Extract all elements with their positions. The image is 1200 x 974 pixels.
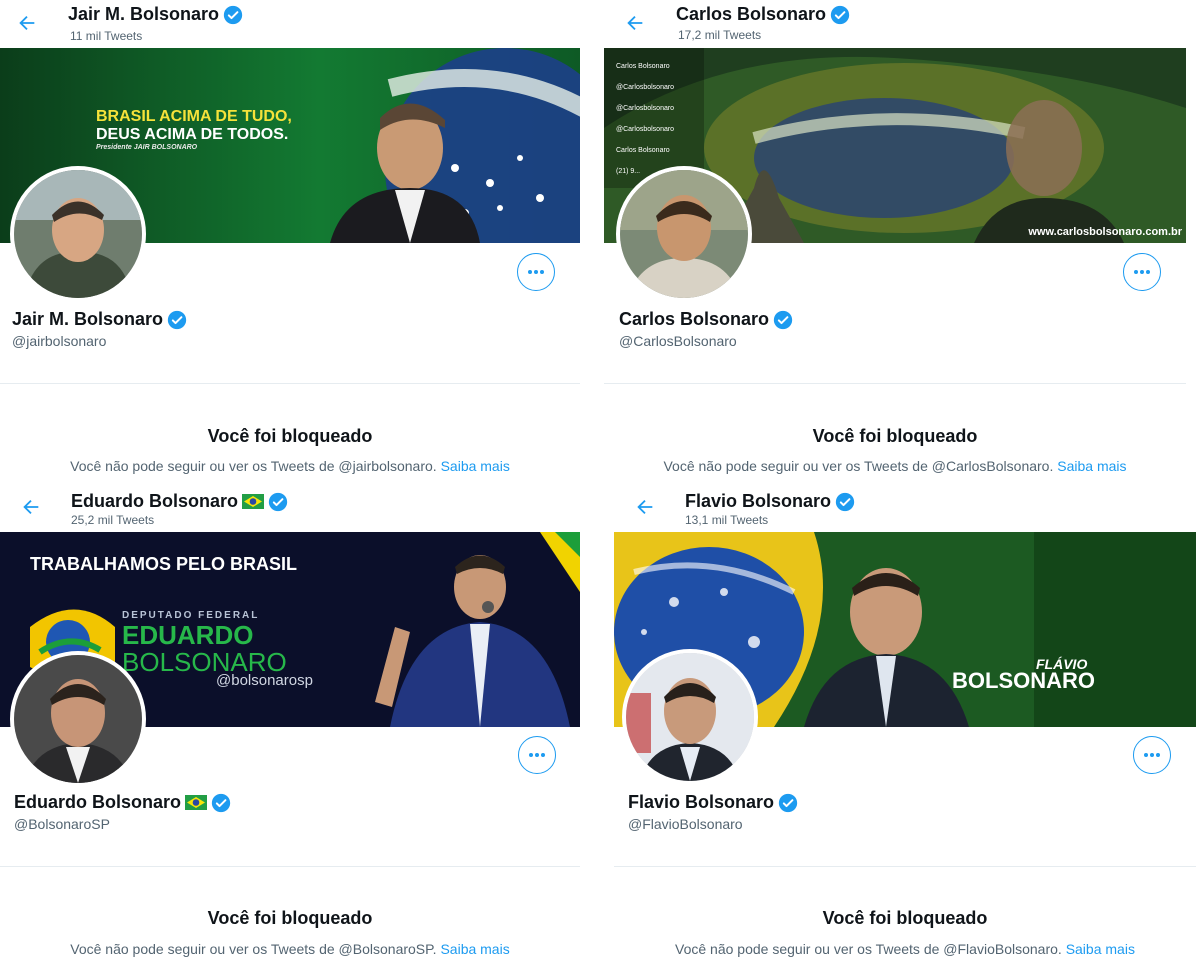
- verified-badge-icon: [268, 492, 288, 511]
- avatar[interactable]: [616, 166, 752, 302]
- avatar-photo: [620, 170, 748, 298]
- blocked-title: Você foi bloqueado: [812, 426, 978, 446]
- blocked-title: Você foi bloqueado: [207, 908, 373, 928]
- back-arrow-icon[interactable]: [20, 496, 42, 518]
- blocked-title: Você foi bloqueado: [822, 908, 988, 928]
- avatar[interactable]: [622, 649, 758, 785]
- profile-panel-flavio: Flavio Bolsonaro 13,1 mil Tweets FLÁVIO …: [600, 487, 1200, 974]
- more-dots-icon: [1144, 753, 1160, 757]
- more-dots-icon: [1134, 270, 1150, 274]
- tweet-count: 13,1 mil Tweets: [685, 513, 769, 527]
- more-options-button[interactable]: [1123, 253, 1161, 291]
- profile-panel-eduardo: Eduardo Bolsonaro 25,2 mil Tweets TRABAL…: [0, 487, 600, 974]
- tweet-count: 25,2 mil Tweets: [71, 513, 155, 527]
- tweet-count: 11 mil Tweets: [70, 29, 143, 43]
- blocked-title: Você foi bloqueado: [207, 426, 373, 446]
- banner-headline: TRABALHAMOS PELO BRASIL: [30, 554, 297, 574]
- avatar-photo: [14, 655, 142, 783]
- more-dots-icon: [528, 270, 544, 274]
- profile-panel-jair: Jair M. Bolsonaro 11 mil Tweets BRASIL A…: [0, 0, 600, 487]
- avatar[interactable]: [10, 166, 146, 302]
- banner-slogan-line3: Presidente JAIR BOLSONARO: [96, 144, 198, 151]
- verified-badge-icon: [778, 793, 798, 812]
- banner-slogan-line1: BRASIL ACIMA DE TUDO,: [96, 108, 292, 125]
- banner-social-handle: @bolsonarosp: [216, 672, 313, 689]
- blocked-message: Você não pode seguir ou ver os Tweets de…: [663, 458, 1127, 474]
- avatar[interactable]: [10, 651, 146, 787]
- avatar-photo: [14, 170, 142, 298]
- verified-badge-icon: [211, 793, 231, 812]
- profile-panel-carlos: Carlos Bolsonaro 17,2 mil Tweets Carlos …: [600, 0, 1200, 487]
- back-arrow-icon[interactable]: [634, 496, 656, 518]
- more-options-button[interactable]: [517, 253, 555, 291]
- profile-display-name: Jair M. Bolsonaro: [12, 309, 187, 330]
- banner-url: www.carlosbolsonaro.com.br: [1028, 226, 1182, 238]
- verified-badge-icon: [835, 492, 855, 511]
- verified-badge-icon: [773, 310, 793, 329]
- banner-social-list: Carlos Bolsonaro @Carlosbolsonaro @Carlo…: [616, 63, 675, 175]
- profile-display-name: Flavio Bolsonaro: [628, 792, 798, 813]
- verified-badge-icon: [223, 5, 243, 24]
- divider: [0, 383, 580, 384]
- profile-handle: @FlavioBolsonaro: [628, 816, 743, 832]
- brazil-flag-icon: [185, 795, 208, 810]
- header-name: Carlos Bolsonaro: [676, 4, 850, 25]
- blocked-message: Você não pode seguir ou ver os Tweets de…: [675, 941, 1135, 957]
- learn-more-link[interactable]: Saiba mais: [1057, 458, 1126, 474]
- blocked-message: Você não pode seguir ou ver os Tweets de…: [70, 941, 510, 957]
- more-dots-icon: [529, 753, 545, 757]
- divider: [0, 866, 580, 867]
- learn-more-link[interactable]: Saiba mais: [1066, 941, 1135, 957]
- avatar-photo: [626, 653, 754, 781]
- header-name: Eduardo Bolsonaro: [71, 491, 288, 512]
- brazil-flag-icon: [242, 494, 265, 509]
- more-options-button[interactable]: [518, 736, 556, 774]
- profile-handle: @CarlosBolsonaro: [619, 333, 737, 349]
- profile-handle: @BolsonaroSP: [14, 816, 110, 832]
- divider: [614, 866, 1196, 867]
- back-arrow-icon[interactable]: [624, 12, 646, 34]
- profile-display-name: Carlos Bolsonaro: [619, 309, 793, 330]
- header-name: Flavio Bolsonaro: [685, 491, 855, 512]
- learn-more-link[interactable]: Saiba mais: [441, 458, 510, 474]
- header-name: Jair M. Bolsonaro: [68, 4, 243, 25]
- verified-badge-icon: [830, 5, 850, 24]
- more-options-button[interactable]: [1133, 736, 1171, 774]
- divider: [604, 383, 1186, 384]
- learn-more-link[interactable]: Saiba mais: [440, 941, 509, 957]
- banner-slogan-line2: DEUS ACIMA DE TODOS.: [96, 126, 289, 143]
- banner-last-name: BOLSONARO: [952, 668, 1095, 693]
- tweet-count: 17,2 mil Tweets: [678, 28, 762, 42]
- blocked-message: Você não pode seguir ou ver os Tweets de…: [70, 458, 510, 474]
- profile-display-name: Eduardo Bolsonaro: [14, 792, 231, 813]
- back-arrow-icon[interactable]: [16, 12, 38, 34]
- profile-handle: @jairbolsonaro: [12, 333, 107, 349]
- verified-badge-icon: [167, 310, 187, 329]
